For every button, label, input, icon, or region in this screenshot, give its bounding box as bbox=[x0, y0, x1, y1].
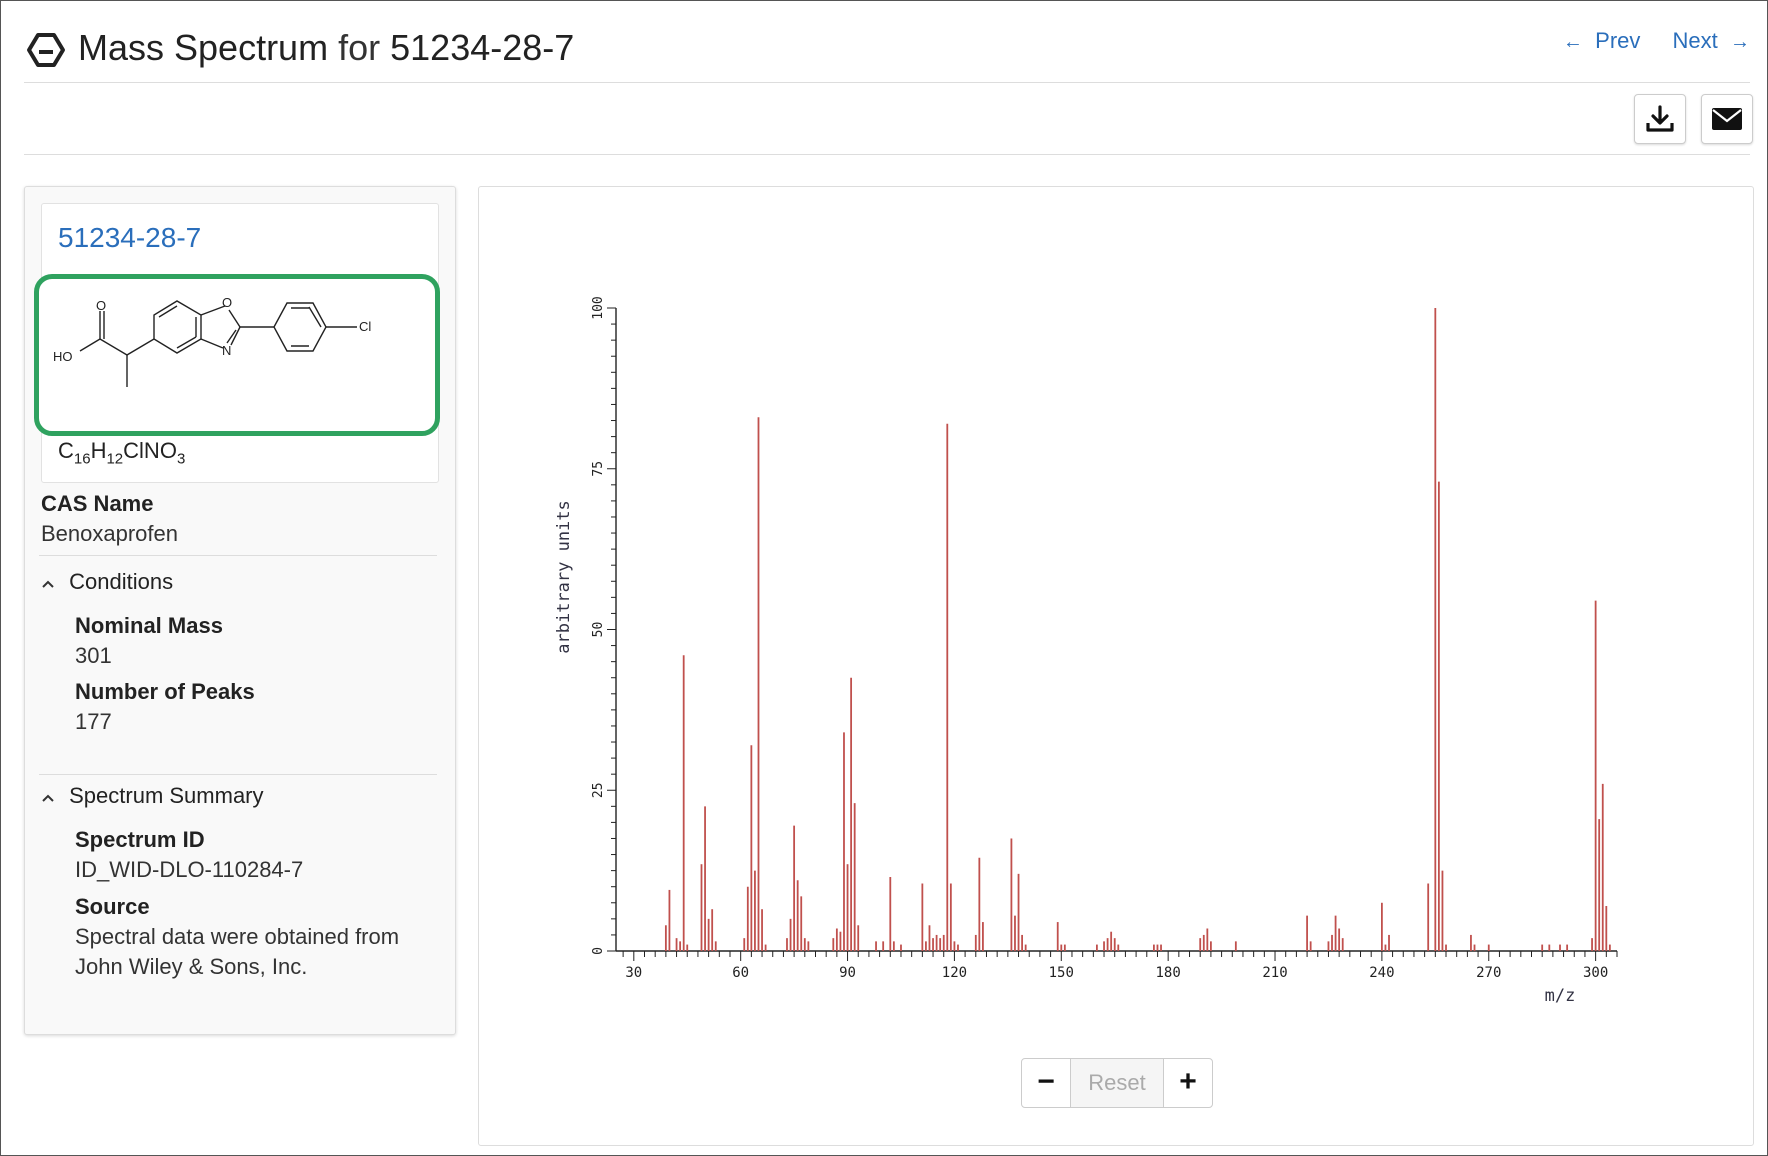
reset-button[interactable]: Reset bbox=[1071, 1058, 1163, 1108]
spectrum-id-label: Spectrum ID bbox=[75, 827, 205, 852]
hexagon-logo-icon bbox=[27, 33, 65, 67]
peaks-value: 177 bbox=[75, 709, 112, 734]
zoom-out-button[interactable]: − bbox=[1021, 1058, 1071, 1108]
peaks-label: Number of Peaks bbox=[75, 679, 255, 704]
x-tick-label: 150 bbox=[1049, 965, 1074, 981]
y-tick-label: 100 bbox=[591, 296, 606, 319]
x-tick-label: 60 bbox=[732, 965, 749, 981]
source-line2: John Wiley & Sons, Inc. bbox=[75, 954, 308, 979]
compound-panel: 51234-28-7 O O N HO Cl C16H12ClNO3 CAS N… bbox=[24, 186, 456, 1035]
summary-toggle[interactable]: Spectrum Summary bbox=[41, 783, 264, 809]
next-link[interactable]: Next → bbox=[1673, 28, 1750, 53]
formula-part: C bbox=[58, 438, 74, 463]
zoom-controls: − Reset + bbox=[1021, 1058, 1213, 1108]
conditions-heading: Conditions bbox=[69, 569, 174, 594]
chevron-up-icon bbox=[41, 790, 63, 808]
toolbar bbox=[24, 84, 1753, 155]
nominal-mass-label: Nominal Mass bbox=[75, 613, 223, 638]
x-axis-label: m/z bbox=[1545, 986, 1576, 1006]
cas-name-value: Benoxaprofen bbox=[41, 521, 178, 546]
mass-spectrum-chart: 0 25 50 75 100 30 60 90 120 150 180 210 240 270 300 a… bbox=[554, 296, 1618, 1006]
atom-label: HO bbox=[53, 349, 73, 364]
arrow-left-icon: ← bbox=[1562, 31, 1583, 53]
cas-name-label: CAS Name bbox=[41, 491, 154, 516]
pager: ← Prev Next → bbox=[1563, 28, 1750, 54]
download-icon bbox=[1646, 105, 1674, 132]
y-tick-label: 75 bbox=[591, 461, 606, 477]
y-tick-label: 0 bbox=[591, 947, 606, 955]
chevron-up-icon bbox=[41, 576, 63, 594]
x-tick-label: 30 bbox=[625, 965, 642, 981]
arrow-right-icon: → bbox=[1730, 31, 1750, 53]
prev-link[interactable]: ← Prev bbox=[1563, 28, 1647, 53]
formula-part: ClNO bbox=[123, 438, 177, 463]
nominal-mass-value: 301 bbox=[75, 643, 112, 668]
summary-heading: Spectrum Summary bbox=[69, 783, 264, 808]
title-prefix: Mass Spectrum bbox=[78, 27, 329, 68]
prev-label: Prev bbox=[1595, 28, 1641, 53]
structure-image: O O N HO Cl bbox=[34, 274, 440, 436]
x-tick-label: 240 bbox=[1369, 965, 1394, 981]
download-button[interactable] bbox=[1634, 94, 1686, 144]
cas-number-link[interactable]: 51234-28-7 bbox=[58, 222, 201, 254]
atom-label: Cl bbox=[359, 319, 371, 334]
page-title: Mass Spectrum for 51234-28-7 bbox=[78, 26, 574, 70]
divider bbox=[39, 555, 437, 556]
next-label: Next bbox=[1672, 28, 1718, 53]
conditions-toggle[interactable]: Conditions bbox=[41, 569, 173, 595]
formula-part: 3 bbox=[176, 450, 186, 468]
compound-card: 51234-28-7 O O N HO Cl C16H12ClNO3 bbox=[34, 203, 440, 483]
email-button[interactable] bbox=[1701, 94, 1753, 144]
atom-label: O bbox=[222, 295, 232, 310]
chemical-structure: O O N HO Cl bbox=[53, 295, 371, 387]
envelope-icon bbox=[1712, 108, 1742, 130]
x-tick-label: 210 bbox=[1262, 965, 1287, 981]
formula-part: 16 bbox=[73, 450, 91, 468]
formula-part: H bbox=[90, 438, 107, 463]
spectrum-id-value: ID_WID-DLO-110284-7 bbox=[75, 857, 304, 882]
x-tick-label: 180 bbox=[1156, 965, 1181, 981]
x-tick-label: 270 bbox=[1476, 965, 1501, 981]
title-cas: 51234-28-7 bbox=[390, 27, 575, 68]
molecular-formula: C16H12ClNO3 bbox=[58, 438, 185, 467]
spectrum-panel: 0 25 50 75 100 30 60 90 120 150 180 210 240 270 300 a… bbox=[478, 186, 1754, 1146]
atom-label: O bbox=[96, 298, 106, 313]
y-tick-label: 50 bbox=[591, 622, 606, 638]
y-tick-label: 25 bbox=[591, 782, 606, 798]
x-tick-label: 300 bbox=[1583, 965, 1608, 981]
title-for: for bbox=[338, 27, 381, 68]
formula-part: 12 bbox=[106, 450, 124, 468]
x-tick-label: 90 bbox=[839, 965, 856, 981]
divider bbox=[39, 774, 437, 775]
atom-label: N bbox=[222, 343, 231, 358]
source-label: Source bbox=[75, 894, 150, 919]
x-tick-label: 120 bbox=[942, 965, 967, 981]
source-line1: Spectral data were obtained from bbox=[75, 924, 400, 949]
page-header: Mass Spectrum for 51234-28-7 ← Prev Next… bbox=[24, 20, 1750, 83]
zoom-in-button[interactable]: + bbox=[1163, 1058, 1213, 1108]
y-axis-label: arbitrary units bbox=[554, 500, 574, 654]
